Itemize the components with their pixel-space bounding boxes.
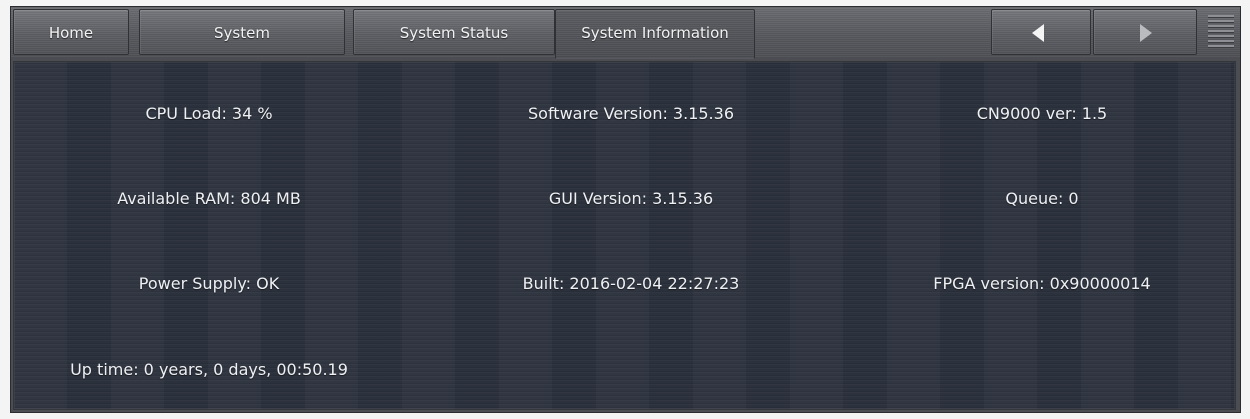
gui-version-text: GUI Version: 3.15.36 — [548, 189, 714, 208]
available-ram-text: Available RAM: 804 MB — [117, 189, 301, 208]
cpu-load-text: CPU Load: 34 % — [145, 104, 273, 123]
tab-system-label: System — [214, 24, 270, 42]
up-time-text: Up time: 0 years, 0 days, 00:50.19 — [70, 360, 348, 379]
tab-system-information-label: System Information — [581, 24, 729, 42]
built-date-text: Built: 2016-02-04 22:27:23 — [522, 274, 740, 293]
cn9000-version-text: CN9000 ver: 1.5 — [976, 104, 1108, 123]
tab-system-information[interactable]: System Information — [555, 9, 755, 59]
tab-bar: Home System System Status System Informa… — [11, 7, 1240, 59]
tab-system[interactable]: System — [139, 9, 345, 55]
next-button[interactable] — [1093, 9, 1197, 55]
tab-system-status-label: System Status — [399, 24, 509, 42]
previous-button[interactable] — [991, 9, 1091, 55]
triangle-left-icon — [1032, 24, 1044, 42]
hamburger-menu-icon[interactable] — [1203, 9, 1239, 55]
triangle-right-icon — [1140, 24, 1152, 42]
app-window: Home System System Status System Informa… — [10, 6, 1241, 413]
system-information-panel: CPU Load: 34 % Software Version: 3.15.36… — [13, 61, 1236, 410]
software-version-text: Software Version: 3.15.36 — [528, 104, 734, 123]
tab-home[interactable]: Home — [13, 9, 129, 55]
tab-system-status[interactable]: System Status — [353, 9, 555, 55]
tab-home-label: Home — [48, 24, 94, 42]
fpga-version-text: FPGA version: 0x90000014 — [933, 274, 1151, 293]
queue-text: Queue: 0 — [1005, 189, 1079, 208]
power-supply-text: Power Supply: OK — [138, 274, 280, 293]
